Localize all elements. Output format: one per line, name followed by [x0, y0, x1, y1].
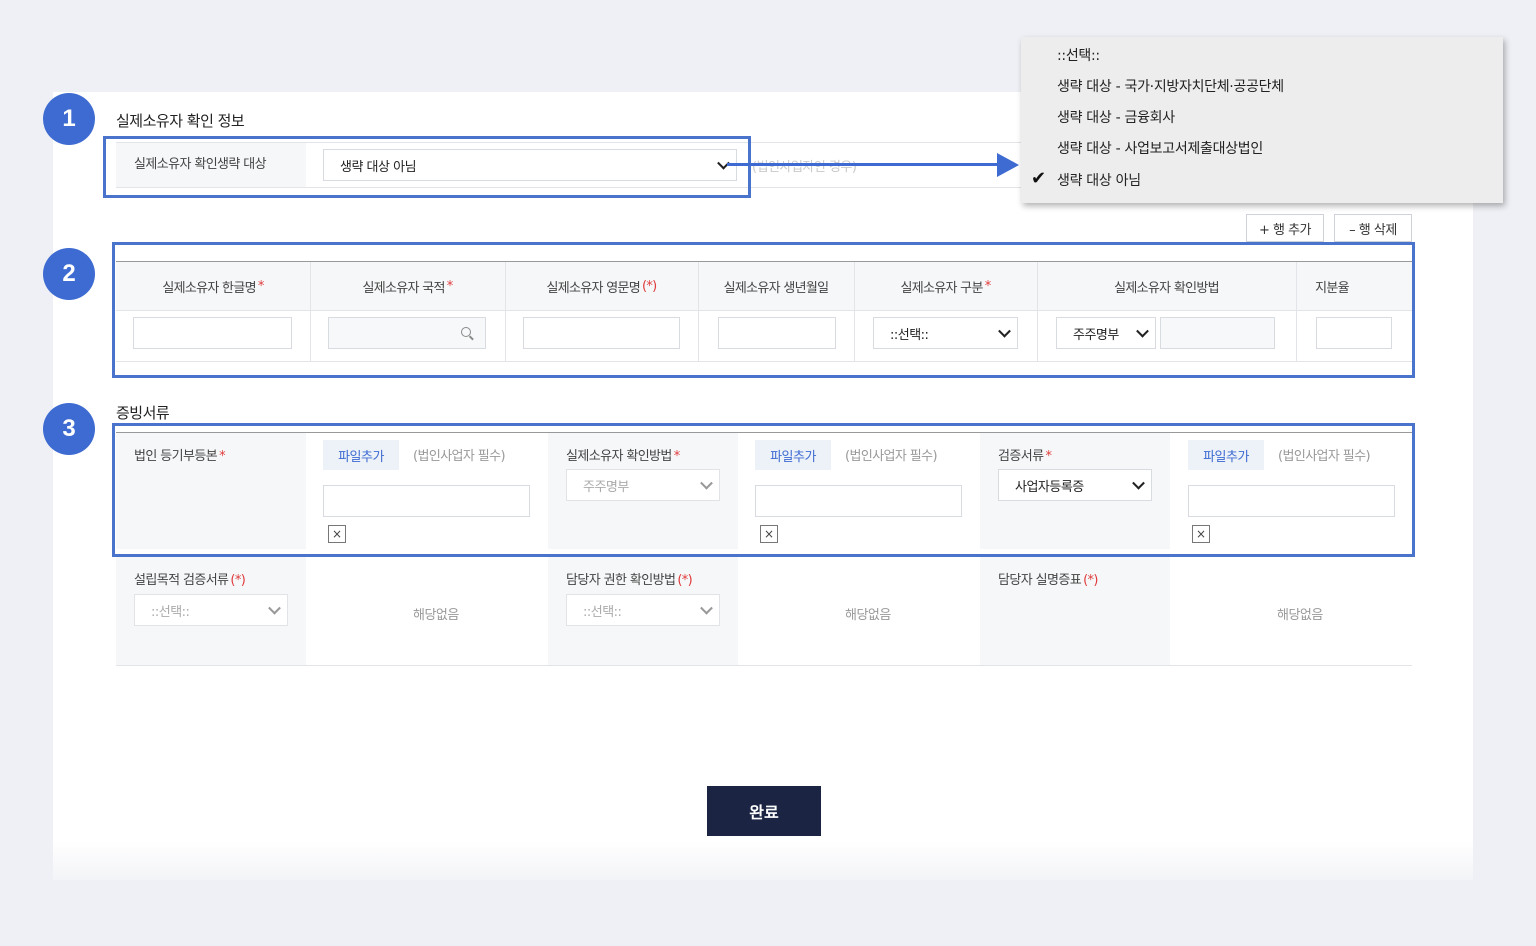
dropdown-option-financial[interactable]: 생략 대상 - 금융회사 [1057, 107, 1175, 127]
highlight-frame-1 [103, 136, 751, 198]
panel-bottom-fade [53, 840, 1473, 880]
dropdown-option-select[interactable]: ::선택:: [1057, 45, 1100, 65]
highlight-frame-2 [112, 242, 1415, 378]
add-row-button[interactable]: + 행 추가 [1246, 214, 1324, 242]
step-badge-3: 3 [43, 403, 95, 455]
dropdown-option-listed[interactable]: 생략 대상 - 사업보고서제출대상법인 [1057, 138, 1263, 158]
not-applicable-text: 해당없음 [1277, 608, 1323, 623]
authority-method-select[interactable]: ::선택:: [566, 594, 720, 626]
doc-label-id-proof: 담당자 실명증표 (*) [980, 557, 1170, 665]
dropdown-option-public[interactable]: 생략 대상 - 국가·지방자치단체·공공단체 [1057, 76, 1284, 96]
arrow-line [727, 163, 999, 166]
section-title-owner-info: 실제소유자 확인 정보 [116, 112, 245, 130]
chevron-down-icon [268, 601, 281, 615]
section-title-documents: 증빙서류 [116, 404, 170, 422]
highlight-frame-3 [112, 423, 1415, 557]
exempt-dropdown-list: ::선택:: 생략 대상 - 국가·지방자치단체·공공단체 생략 대상 - 금융… [1021, 37, 1503, 203]
arrow-right-icon [997, 153, 1019, 177]
not-applicable-text: 해당없음 [845, 608, 891, 623]
delete-row-button[interactable]: – 행 삭제 [1334, 214, 1412, 242]
chevron-down-icon [700, 601, 713, 615]
docs-bottom-line [116, 665, 1412, 666]
not-applicable-text: 해당없음 [413, 608, 459, 623]
done-button[interactable]: 완료 [707, 786, 821, 836]
step-badge-1: 1 [43, 93, 95, 145]
dropdown-option-not-exempt[interactable]: 생략 대상 아님 [1057, 170, 1141, 190]
step-badge-2: 2 [43, 248, 95, 300]
purpose-doc-select[interactable]: ::선택:: [134, 594, 288, 626]
check-icon: ✔ [1031, 168, 1047, 189]
